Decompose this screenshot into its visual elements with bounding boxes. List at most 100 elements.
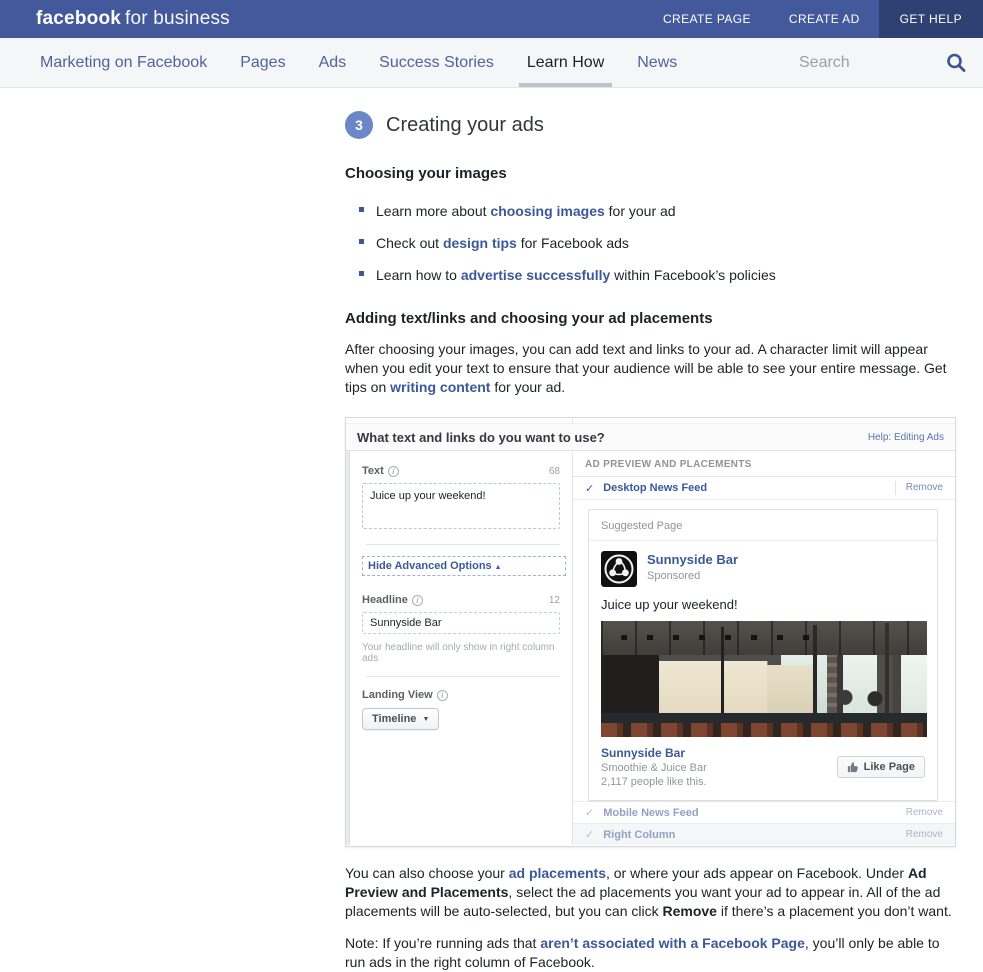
divider <box>366 544 560 545</box>
nav-item-success-stories[interactable]: Success Stories <box>379 38 494 87</box>
help-editing-ads-link[interactable]: Help: Editing Ads <box>868 432 944 443</box>
ad-photo <box>601 621 927 737</box>
advertise-successfully-link[interactable]: advertise successfully <box>461 267 610 283</box>
info-icon[interactable]: i <box>388 466 399 477</box>
remove-desktop-link[interactable]: Remove <box>895 481 943 495</box>
placement-row-desktop-news-feed[interactable]: ✓ Desktop News Feed Remove <box>573 477 955 500</box>
nav-item-marketing-on-facebook[interactable]: Marketing on Facebook <box>40 38 207 87</box>
intro-paragraph: After choosing your images, you can add … <box>345 340 961 397</box>
remove-right-column-link[interactable]: Remove <box>896 828 943 842</box>
caret-up-icon: ▲ <box>495 564 502 571</box>
editor-title: What text and links do you want to use? <box>357 430 605 445</box>
divider <box>366 676 560 677</box>
step-title: Creating your ads <box>386 114 544 137</box>
text-segment: for your ad <box>605 203 676 219</box>
top-navbar: facebookfor business CREATE PAGE CREATE … <box>0 0 983 38</box>
editor-body: Text i 68 Juice up your weekend! Hide Ad… <box>346 451 955 845</box>
text-segment: Remove <box>663 903 717 919</box>
ad-card-header: Sunnyside Bar Sponsored <box>601 551 925 587</box>
logo-for-business: for business <box>125 8 230 29</box>
text-char-count: 68 <box>549 466 560 477</box>
page-name-link[interactable]: Sunnyside Bar <box>647 552 738 567</box>
text-segment: , or where your ads appear on Facebook. … <box>606 865 908 881</box>
nav-items: Marketing on Facebook Pages Ads Success … <box>40 38 677 87</box>
nav-item-pages[interactable]: Pages <box>240 38 285 87</box>
hide-advanced-options-toggle[interactable]: Hide Advanced Options▲ <box>362 556 566 576</box>
ad-text-input[interactable]: Juice up your weekend! <box>362 483 560 529</box>
ad-preview-panel: AD PREVIEW AND PLACEMENTS ✓ Desktop News… <box>573 451 955 845</box>
text-segment: Check out <box>376 235 443 251</box>
nav-item-news[interactable]: News <box>637 38 677 87</box>
like-page-button[interactable]: Like Page <box>837 756 925 778</box>
panel-left-gutter <box>346 451 350 845</box>
caret-down-icon: ▼ <box>422 716 429 723</box>
thumbs-up-icon <box>847 761 859 773</box>
landing-view-row: Landing View i <box>362 689 560 701</box>
check-icon: ✓ <box>585 482 594 495</box>
search-icon <box>945 52 967 74</box>
facebook-business-logo[interactable]: facebookfor business <box>36 8 230 30</box>
text-segment: You can also choose your <box>345 865 509 881</box>
text-segment: for Facebook ads <box>517 235 629 251</box>
section-heading-adding-text: Adding text/links and choosing your ad p… <box>345 310 961 327</box>
search-input[interactable] <box>799 54 939 72</box>
nav-item-ads[interactable]: Ads <box>319 38 347 87</box>
headline-field-row: Headline i 12 <box>362 594 560 606</box>
get-help-button[interactable]: GET HELP <box>879 0 983 38</box>
text-segment: within Facebook’s policies <box>610 267 776 283</box>
main-content: 3 Creating your ads Choosing your images… <box>345 88 961 972</box>
ad-preview-area: Suggested Page <box>573 500 955 801</box>
page-avatar[interactable] <box>601 551 637 587</box>
editor-form-panel: Text i 68 Juice up your weekend! Hide Ad… <box>346 451 573 845</box>
remove-mobile-link[interactable]: Remove <box>896 806 943 820</box>
writing-content-link[interactable]: writing content <box>390 379 490 395</box>
placement-row-right-column[interactable]: ✓ Right Column Remove <box>573 823 955 845</box>
ad-preview-card: Suggested Page <box>588 509 938 801</box>
triskelion-logo-icon <box>601 551 637 587</box>
info-icon[interactable]: i <box>412 595 423 606</box>
ad-editor-screenshot: What text and links do you want to use? … <box>345 417 956 847</box>
nav-item-learn-how[interactable]: Learn How <box>527 38 604 87</box>
ad-message: Juice up your weekend! <box>601 597 925 612</box>
text-field-label: Text <box>362 465 384 477</box>
bullet-item: Learn more about choosing images for you… <box>345 202 961 220</box>
text-segment: for your ad. <box>490 379 565 395</box>
secondary-nav: Marketing on Facebook Pages Ads Success … <box>0 38 983 88</box>
check-icon: ✓ <box>585 806 594 819</box>
text-segment: if there’s a placement you don’t want. <box>717 903 952 919</box>
step-header: 3 Creating your ads <box>345 111 961 139</box>
check-icon: ✓ <box>585 828 594 841</box>
placement-row-mobile-news-feed[interactable]: ✓ Mobile News Feed Remove <box>573 801 955 823</box>
headline-note: Your headline will only show in right co… <box>362 642 560 664</box>
placements-paragraph: You can also choose your ad placements, … <box>345 864 961 921</box>
search-button[interactable] <box>945 50 971 76</box>
info-icon[interactable]: i <box>437 690 448 701</box>
note-paragraph: Note: If you’re running ads that aren’t … <box>345 934 961 972</box>
ads-not-associated-link[interactable]: aren’t associated with a Facebook Page <box>540 935 805 951</box>
footer-page-name-link[interactable]: Sunnyside Bar <box>601 746 707 760</box>
choosing-images-link[interactable]: choosing images <box>490 203 604 219</box>
create-ad-button[interactable]: CREATE AD <box>770 0 879 38</box>
headline-input[interactable] <box>362 612 560 634</box>
editor-header: What text and links do you want to use? … <box>346 424 955 451</box>
bullet-item: Check out design tips for Facebook ads <box>345 234 961 252</box>
ad-placements-link[interactable]: ad placements <box>509 865 606 881</box>
page-category: Smoothie & Juice Bar <box>601 762 707 774</box>
text-segment: Learn more about <box>376 203 490 219</box>
divider <box>572 418 573 424</box>
suggested-page-label: Suggested Page <box>601 520 925 532</box>
text-segment: Note: If you’re running ads that <box>345 935 540 951</box>
create-page-button[interactable]: CREATE PAGE <box>644 0 770 38</box>
step-number-badge: 3 <box>345 111 373 139</box>
bullet-square-icon <box>359 271 364 276</box>
ad-preview-header: AD PREVIEW AND PLACEMENTS <box>573 451 955 477</box>
section-heading-choosing-images: Choosing your images <box>345 165 961 182</box>
ad-card-footer: Sunnyside Bar Smoothie & Juice Bar 2,117… <box>601 746 925 788</box>
logo-facebook: facebook <box>36 8 121 29</box>
design-tips-link[interactable]: design tips <box>443 235 517 251</box>
bullet-item: Learn how to advertise successfully with… <box>345 266 961 284</box>
landing-view-dropdown[interactable]: Timeline▼ <box>362 708 439 730</box>
text-field-row: Text i 68 <box>362 465 560 477</box>
sponsored-label: Sponsored <box>647 570 738 582</box>
topbar-actions: CREATE PAGE CREATE AD GET HELP <box>644 0 983 38</box>
